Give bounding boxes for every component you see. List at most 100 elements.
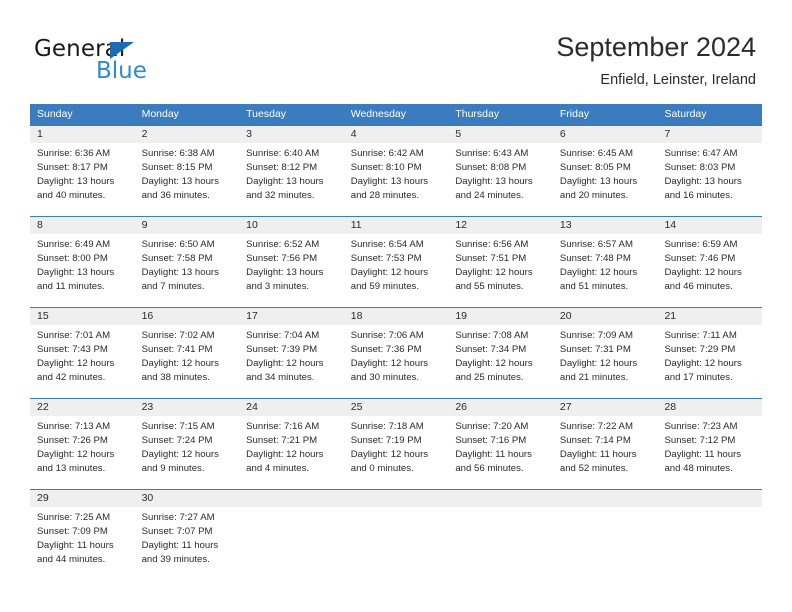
day-number[interactable]: 24 xyxy=(239,399,344,416)
sunrise-text: Sunrise: 6:45 AM xyxy=(559,148,633,159)
sunrise-text: Sunrise: 6:36 AM xyxy=(37,148,111,159)
weekday-header-wednesday: Wednesday xyxy=(350,108,406,120)
day-cell[interactable]: Sunrise: 7:15 AM Sunset: 7:24 PM Dayligh… xyxy=(135,416,240,489)
sunrise-text: Sunrise: 6:54 AM xyxy=(350,239,424,250)
day-cell[interactable]: Sunrise: 7:08 AM Sunset: 7:34 PM Dayligh… xyxy=(448,325,553,398)
sunrise-text: Sunrise: 6:42 AM xyxy=(350,148,424,159)
daylight-text: Daylight: 13 hours and 40 minutes. xyxy=(37,176,115,201)
day-number[interactable]: 14 xyxy=(657,217,762,234)
day-number[interactable]: 15 xyxy=(30,308,135,325)
day-number[interactable]: 6 xyxy=(553,126,658,143)
sunset-text: Sunset: 7:41 PM xyxy=(141,344,213,355)
day-cell[interactable]: Sunrise: 6:56 AM Sunset: 7:51 PM Dayligh… xyxy=(448,234,553,307)
sunset-text: Sunset: 7:19 PM xyxy=(350,435,422,446)
day-number[interactable]: 12 xyxy=(448,217,553,234)
day-cell[interactable]: Sunrise: 7:04 AM Sunset: 7:39 PM Dayligh… xyxy=(239,325,344,398)
daylight-text: Daylight: 13 hours and 3 minutes. xyxy=(246,267,324,292)
day-cell[interactable]: Sunrise: 7:23 AM Sunset: 7:12 PM Dayligh… xyxy=(657,416,762,489)
daylight-text: Daylight: 11 hours and 56 minutes. xyxy=(455,449,532,474)
day-number[interactable]: 23 xyxy=(135,399,240,416)
day-cell[interactable]: Sunrise: 7:25 AM Sunset: 7:09 PM Dayligh… xyxy=(30,507,135,580)
day-cell[interactable]: Sunrise: 7:13 AM Sunset: 7:26 PM Dayligh… xyxy=(30,416,135,489)
calendar-page: General Blue September 2024 Enfield, Lei… xyxy=(0,0,792,612)
day-number[interactable]: 29 xyxy=(30,490,135,507)
day-cell[interactable]: Sunrise: 6:36 AM Sunset: 8:17 PM Dayligh… xyxy=(30,143,135,216)
sunrise-text: Sunrise: 7:09 AM xyxy=(559,330,633,341)
sunrise-text: Sunrise: 6:43 AM xyxy=(455,148,529,159)
daylight-text: Daylight: 12 hours and 42 minutes. xyxy=(37,358,115,383)
day-number[interactable]: 25 xyxy=(344,399,449,416)
daylight-text: Daylight: 12 hours and 51 minutes. xyxy=(559,267,638,292)
daylight-text: Daylight: 12 hours and 25 minutes. xyxy=(455,358,533,383)
sunset-text: Sunset: 7:24 PM xyxy=(141,435,213,446)
day-cell[interactable]: Sunrise: 7:18 AM Sunset: 7:19 PM Dayligh… xyxy=(344,416,449,489)
weekday-header-monday: Monday xyxy=(141,108,179,120)
day-number[interactable]: 1 xyxy=(30,126,135,143)
day-number[interactable]: 28 xyxy=(657,399,762,416)
day-number[interactable]: 20 xyxy=(553,308,658,325)
day-number[interactable]: 30 xyxy=(135,490,240,507)
day-cell[interactable]: Sunrise: 6:52 AM Sunset: 7:56 PM Dayligh… xyxy=(239,234,344,307)
day-number[interactable]: 10 xyxy=(239,217,344,234)
week-date-number-band: 15 16 17 18 19 20 21 xyxy=(30,308,762,325)
daylight-text: Daylight: 12 hours and 38 minutes. xyxy=(141,358,219,383)
day-cell[interactable]: Sunrise: 7:16 AM Sunset: 7:21 PM Dayligh… xyxy=(239,416,344,489)
daylight-text: Daylight: 12 hours and 30 minutes. xyxy=(350,358,429,383)
day-number[interactable]: 11 xyxy=(344,217,449,234)
daylight-text: Daylight: 12 hours and 17 minutes. xyxy=(664,358,742,383)
day-number[interactable]: 9 xyxy=(135,217,240,234)
day-cell[interactable]: Sunrise: 6:49 AM Sunset: 8:00 PM Dayligh… xyxy=(30,234,135,307)
sunset-text: Sunset: 8:03 PM xyxy=(664,162,736,173)
day-cell[interactable]: Sunrise: 7:22 AM Sunset: 7:14 PM Dayligh… xyxy=(553,416,658,489)
day-cell[interactable]: Sunrise: 7:20 AM Sunset: 7:16 PM Dayligh… xyxy=(448,416,553,489)
daylight-text: Daylight: 12 hours and 21 minutes. xyxy=(559,358,638,383)
day-number[interactable]: 17 xyxy=(239,308,344,325)
day-number[interactable]: 27 xyxy=(553,399,658,416)
day-number[interactable]: 7 xyxy=(657,126,762,143)
sunrise-text: Sunrise: 7:23 AM xyxy=(664,421,738,432)
daylight-text: Daylight: 12 hours and 46 minutes. xyxy=(664,267,742,292)
day-number[interactable]: 4 xyxy=(344,126,449,143)
sunrise-text: Sunrise: 6:52 AM xyxy=(246,239,320,250)
sunset-text: Sunset: 7:21 PM xyxy=(246,435,318,446)
day-cell[interactable]: Sunrise: 6:38 AM Sunset: 8:15 PM Dayligh… xyxy=(135,143,240,216)
day-cell[interactable]: Sunrise: 7:11 AM Sunset: 7:29 PM Dayligh… xyxy=(657,325,762,398)
daylight-text: Daylight: 11 hours and 48 minutes. xyxy=(664,449,742,474)
day-number[interactable]: 2 xyxy=(135,126,240,143)
day-number[interactable]: 19 xyxy=(448,308,553,325)
day-number[interactable]: 8 xyxy=(30,217,135,234)
day-cell[interactable]: Sunrise: 6:54 AM Sunset: 7:53 PM Dayligh… xyxy=(344,234,449,307)
day-number[interactable]: 5 xyxy=(448,126,553,143)
day-cell[interactable]: Sunrise: 6:57 AM Sunset: 7:48 PM Dayligh… xyxy=(553,234,658,307)
day-cell[interactable]: Sunrise: 6:47 AM Sunset: 8:03 PM Dayligh… xyxy=(657,143,762,216)
sunset-text: Sunset: 7:31 PM xyxy=(559,344,631,355)
sunrise-text: Sunrise: 7:01 AM xyxy=(37,330,111,341)
day-cell[interactable]: Sunrise: 7:01 AM Sunset: 7:43 PM Dayligh… xyxy=(30,325,135,398)
day-cell[interactable]: Sunrise: 6:42 AM Sunset: 8:10 PM Dayligh… xyxy=(344,143,449,216)
day-number[interactable]: 3 xyxy=(239,126,344,143)
brand-name-blue: Blue xyxy=(96,58,147,84)
day-cell[interactable]: Sunrise: 7:02 AM Sunset: 7:41 PM Dayligh… xyxy=(135,325,240,398)
day-number[interactable]: 21 xyxy=(657,308,762,325)
day-number[interactable]: 22 xyxy=(30,399,135,416)
sunrise-text: Sunrise: 6:49 AM xyxy=(37,239,111,250)
day-number-empty xyxy=(239,490,344,507)
calendar-week-row: 29 30 Sunrise: 7:25 AM Sunset: 7:09 PM D… xyxy=(30,489,762,580)
brand-logo[interactable]: General Blue xyxy=(34,36,234,86)
day-number[interactable]: 18 xyxy=(344,308,449,325)
sunrise-text: Sunrise: 6:38 AM xyxy=(141,148,215,159)
day-cell[interactable]: Sunrise: 6:59 AM Sunset: 7:46 PM Dayligh… xyxy=(657,234,762,307)
day-number[interactable]: 16 xyxy=(135,308,240,325)
day-cell[interactable]: Sunrise: 7:06 AM Sunset: 7:36 PM Dayligh… xyxy=(344,325,449,398)
day-cell[interactable]: Sunrise: 6:40 AM Sunset: 8:12 PM Dayligh… xyxy=(239,143,344,216)
day-cell[interactable]: Sunrise: 6:43 AM Sunset: 8:08 PM Dayligh… xyxy=(448,143,553,216)
day-number[interactable]: 13 xyxy=(553,217,658,234)
sunset-text: Sunset: 7:58 PM xyxy=(141,253,213,264)
sunset-text: Sunset: 7:36 PM xyxy=(350,344,422,355)
day-number[interactable]: 26 xyxy=(448,399,553,416)
day-cell[interactable]: Sunrise: 6:45 AM Sunset: 8:05 PM Dayligh… xyxy=(553,143,658,216)
week-date-number-band: 1 2 3 4 5 6 7 xyxy=(30,126,762,143)
day-cell[interactable]: Sunrise: 6:50 AM Sunset: 7:58 PM Dayligh… xyxy=(135,234,240,307)
day-cell[interactable]: Sunrise: 7:27 AM Sunset: 7:07 PM Dayligh… xyxy=(135,507,240,580)
day-cell[interactable]: Sunrise: 7:09 AM Sunset: 7:31 PM Dayligh… xyxy=(553,325,658,398)
